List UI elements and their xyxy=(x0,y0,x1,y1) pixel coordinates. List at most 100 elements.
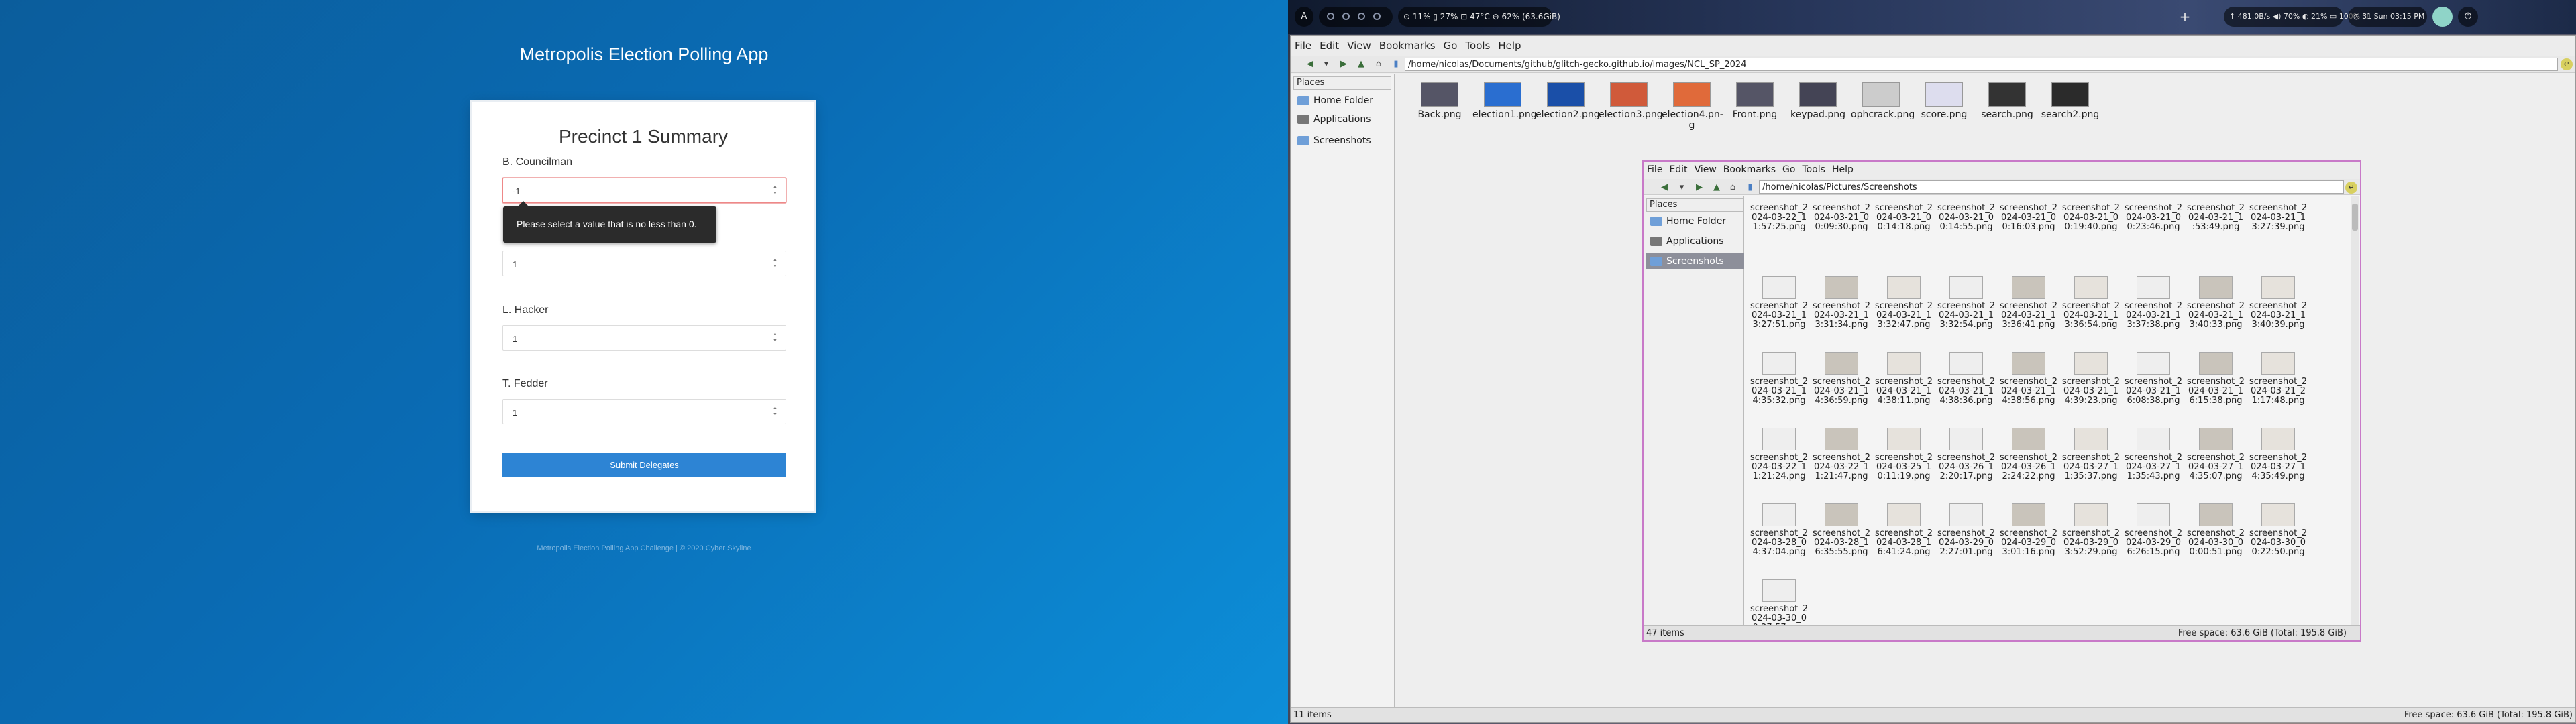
file-item[interactable]: search.png xyxy=(1977,82,2037,120)
screenshot-item[interactable]: screenshot_2 024-03-21_1 3:40:33.png xyxy=(2185,276,2247,330)
path-input[interactable]: /home/nicolas/Documents/github/glitch-ge… xyxy=(1405,58,2558,71)
screenshot-item[interactable]: screenshot_2 024-03-26_1 2:24:22.png xyxy=(1998,428,2059,481)
menu-edit[interactable]: Edit xyxy=(1666,162,1690,175)
screenshot-item[interactable]: screenshot_2 024-03-22_1 1:21:47.png xyxy=(1811,428,1872,481)
screenshot-item[interactable]: screenshot_2 024-03-21_1 6:08:38.png xyxy=(2123,352,2184,406)
spinner-icon[interactable]: ▲ ▼ xyxy=(773,184,780,196)
screenshot-item[interactable]: screenshot_2 024-03-21_1 4:38:36.png xyxy=(1935,352,1997,406)
fedder-input[interactable]: 1 ▲ ▼ xyxy=(502,399,786,424)
screenshot-item[interactable]: screenshot_2024-03-30_00:27:57.png xyxy=(1748,579,1810,633)
file-item[interactable]: election2.png xyxy=(1536,82,1600,120)
add-icon[interactable]: + xyxy=(2175,7,2195,27)
menu-tools[interactable]: Tools xyxy=(1799,162,1829,175)
file-item[interactable]: ophcrack.png xyxy=(1851,82,1915,120)
screenshot-item[interactable]: screenshot_2 024-03-21_1 6:15:38.png xyxy=(2185,352,2247,406)
screenshot-item[interactable]: screenshot_2 024-03-21_1 4:38:11.png xyxy=(1873,352,1935,406)
file-item[interactable]: search2.png xyxy=(2040,82,2100,120)
forward-icon[interactable]: ▶ xyxy=(1338,58,1350,70)
forward-icon[interactable]: ▶ xyxy=(1693,182,1705,194)
menu-go[interactable]: Go xyxy=(1779,162,1799,175)
menu-view[interactable]: View xyxy=(1691,162,1720,175)
screenshot-item[interactable]: screenshot_2 024-03-21_1 4:38:56.png xyxy=(1998,352,2059,406)
go-icon[interactable]: ↵ xyxy=(2561,58,2573,70)
screenshot-item[interactable]: screenshot_2 024-03-21_1 4:39:23.png xyxy=(2060,352,2122,406)
menu-bookmarks[interactable]: Bookmarks xyxy=(1720,162,1779,175)
screenshot-item[interactable]: screenshot_2 024-03-22_1 1:57:25.png xyxy=(1748,204,1810,232)
screenshot-item[interactable]: screenshot_2 024-03-21_0 0:09:30.png xyxy=(1811,204,1872,232)
screenshot-item[interactable]: screenshot_2 024-03-21_0 0:14:18.png xyxy=(1873,204,1935,232)
screenshot-item[interactable]: screenshot_2 024-03-21_1 3:36:54.png xyxy=(2060,276,2122,330)
place-screenshots[interactable]: Screenshots xyxy=(1293,133,1391,149)
screenshot-item[interactable]: screenshot_2 024-03-21_0 0:16:03.png xyxy=(1998,204,2059,232)
screenshot-item[interactable]: screenshot_2 024-03-30_0 0:22:50.png xyxy=(2247,503,2309,557)
screenshot-item[interactable]: screenshot_2 024-03-21_0 0:14:55.png xyxy=(1935,204,1997,232)
launcher-logo[interactable]: A xyxy=(1295,7,1313,27)
path-input[interactable]: /home/nicolas/Pictures/Screenshots xyxy=(1759,180,2344,194)
power-icon[interactable]: ⏻ xyxy=(2458,7,2478,27)
history-icon[interactable]: ▾ xyxy=(1320,58,1332,70)
screenshot-item[interactable]: screenshot_2 024-03-21_1 3:31:34.png xyxy=(1811,276,1872,330)
file-item[interactable]: keypad.png xyxy=(1788,82,1848,120)
places-header[interactable]: Places xyxy=(1293,76,1391,90)
place-screenshots[interactable]: Screenshots xyxy=(1646,253,1744,269)
screenshot-item[interactable]: screenshot_2 024-03-27_1 4:35:49.png xyxy=(2247,428,2309,481)
history-icon[interactable]: ▾ xyxy=(1676,182,1688,194)
screenshot-item[interactable]: screenshot_2 024-03-29_0 3:52:29.png xyxy=(2060,503,2122,557)
screenshot-item[interactable]: screenshot_2 024-03-21_1 3:32:54.png xyxy=(1935,276,1997,330)
scrollbar-thumb[interactable] xyxy=(2352,204,2358,231)
screenshot-item[interactable]: screenshot_2 024-03-21_1:53:49.png xyxy=(2185,204,2247,232)
hacker-input[interactable]: 1 ▲ ▼ xyxy=(502,325,786,351)
screenshot-item[interactable]: screenshot_2 024-03-21_0 0:23:46.png xyxy=(2123,204,2184,232)
screenshot-item[interactable]: screenshot_2 024-03-21_1 4:36:59.png xyxy=(1811,352,1872,406)
screenshot-item[interactable]: screenshot_2 024-03-21_2 1:17:48.png xyxy=(2247,352,2309,406)
spinner-icon[interactable]: ▲ ▼ xyxy=(773,406,780,418)
go-icon[interactable]: ↵ xyxy=(2345,182,2357,194)
screenshot-item[interactable]: screenshot_2 024-03-21_1 4:35:32.png xyxy=(1748,352,1810,406)
place-home[interactable]: Home Folder xyxy=(1646,213,1744,229)
file-item[interactable]: Front.png xyxy=(1725,82,1785,120)
screenshot-item[interactable]: screenshot_2 024-03-21_1 3:32:47.png xyxy=(1873,276,1935,330)
screenshot-item[interactable]: screenshot_2 024-03-30_0 0:00:51.png xyxy=(2185,503,2247,557)
screenshot-item[interactable]: screenshot_2 024-03-28_1 6:41:24.png xyxy=(1873,503,1935,557)
menu-file[interactable]: File xyxy=(1291,36,1316,52)
menu-view[interactable]: View xyxy=(1343,36,1375,52)
councilman-input[interactable]: -1 ▲ ▼ xyxy=(502,178,786,203)
menu-edit[interactable]: Edit xyxy=(1316,36,1343,52)
spinner-icon[interactable]: ▲ ▼ xyxy=(773,332,780,344)
screenshot-item[interactable]: screenshot_2 024-03-21_1 3:36:41.png xyxy=(1998,276,2059,330)
screenshot-item[interactable]: screenshot_2 024-03-26_1 2:20:17.png xyxy=(1935,428,1997,481)
menu-file[interactable]: File xyxy=(1644,162,1666,175)
up-icon[interactable]: ▲ xyxy=(1711,182,1723,194)
clock[interactable]: ◷ 31 Sun 03:15 PM xyxy=(2348,7,2427,27)
place-home[interactable]: Home Folder xyxy=(1293,93,1391,109)
screenshot-item[interactable]: screenshot_2 024-03-21_1 3:27:51.png xyxy=(1748,276,1810,330)
screenshot-item[interactable]: screenshot_2 024-03-21_1 3:40:39.png xyxy=(2247,276,2309,330)
screenshot-item[interactable]: screenshot_2 024-03-25_1 0:11:19.png xyxy=(1873,428,1935,481)
file-item[interactable]: Back.png xyxy=(1409,82,1470,120)
candidate2-input[interactable]: 1 ▲ ▼ xyxy=(502,251,786,276)
screenshot-item[interactable]: screenshot_2 024-03-27_1 4:35:07.png xyxy=(2185,428,2247,481)
up-icon[interactable]: ▲ xyxy=(1355,58,1367,70)
screenshot-item[interactable]: screenshot_2 024-03-29_0 3:01:16.png xyxy=(1998,503,2059,557)
screenshot-item[interactable]: screenshot_2 024-03-27_1 1:35:43.png xyxy=(2123,428,2184,481)
menu-tools[interactable]: Tools xyxy=(1461,36,1494,52)
screenshot-item[interactable]: screenshot_2 024-03-21_0 0:19:40.png xyxy=(2060,204,2122,232)
scrollbar[interactable] xyxy=(2351,196,2359,625)
menu-bookmarks[interactable]: Bookmarks xyxy=(1375,36,1440,52)
screenshot-item[interactable]: screenshot_2 024-03-27_1 1:35:37.png xyxy=(2060,428,2122,481)
screenshot-item[interactable]: screenshot_2 024-03-29_0 2:27:01.png xyxy=(1935,503,1997,557)
back-icon[interactable]: ◀ xyxy=(1304,58,1316,70)
screenshot-item[interactable]: screenshot_2 024-03-28_0 4:37:04.png xyxy=(1748,503,1810,557)
submit-delegates-button[interactable]: Submit Delegates xyxy=(502,453,786,477)
file-item[interactable]: election4.pn-g xyxy=(1662,82,1723,131)
avatar[interactable] xyxy=(2432,7,2453,27)
screenshot-item[interactable]: screenshot_2 024-03-21_1 3:27:39.png xyxy=(2247,204,2309,232)
home-icon[interactable]: ⌂ xyxy=(1727,182,1739,194)
file-item[interactable]: election3.png xyxy=(1599,82,1663,120)
workspace-dots[interactable] xyxy=(1319,7,1393,27)
menu-go[interactable]: Go xyxy=(1440,36,1462,52)
screenshot-item[interactable]: screenshot_2 024-03-28_1 6:35:55.png xyxy=(1811,503,1872,557)
menu-help[interactable]: Help xyxy=(1829,162,1857,175)
home-icon[interactable]: ⌂ xyxy=(1373,58,1385,70)
spinner-icon[interactable]: ▲ ▼ xyxy=(773,257,780,269)
